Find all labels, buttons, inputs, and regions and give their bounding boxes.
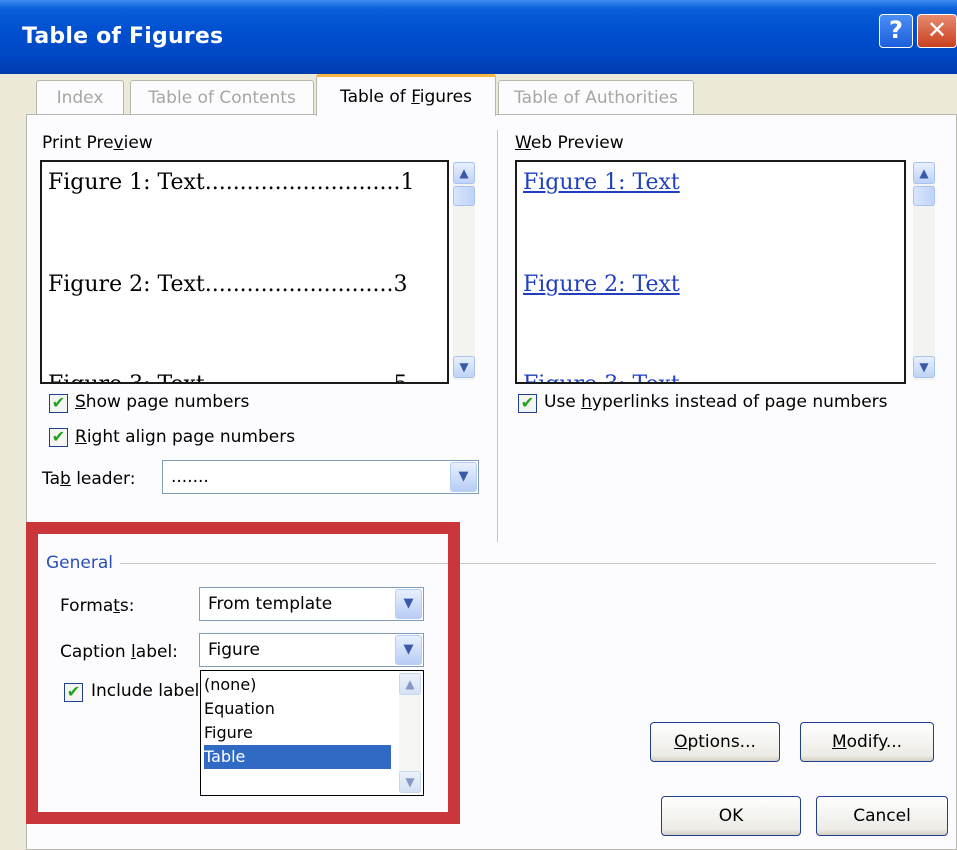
checkmark-icon: ✔ [66,682,81,701]
web-preview-link[interactable]: Figure 3: Text [523,372,680,382]
print-preview-line: Figure 1: Text..........................… [48,170,415,195]
divider [497,130,498,542]
checkmark-icon: ✔ [51,393,66,412]
help-button[interactable]: ? [879,14,913,48]
scroll-down-button[interactable]: ▼ [399,771,421,793]
chevron-up-icon: ▲ [405,677,415,691]
tab-leader-select[interactable]: ....... ▼ [162,460,479,494]
print-preview-scrollbar[interactable]: ▲ ▼ [453,162,475,380]
web-preview-link[interactable]: Figure 2: Text [523,272,680,297]
caption-label-select[interactable]: Figure ▼ [199,633,424,667]
tab-table-of-authorities[interactable]: Table of Authorities [498,80,694,114]
print-preview-label: Print Preview [42,133,153,153]
scroll-down-button[interactable]: ▼ [453,356,475,378]
chevron-down-icon[interactable]: ▼ [395,589,422,619]
general-legend: General [46,553,113,573]
chevron-down-icon[interactable]: ▼ [395,635,422,665]
checkmark-icon: ✔ [520,393,535,412]
caption-label-value: Figure [208,640,260,660]
chevron-up-icon: ▲ [459,166,469,180]
web-preview-box: Figure 1: Text Figure 2: Text Figure 3: … [515,160,906,384]
print-preview-line: Figure 2: Text..........................… [48,272,408,297]
scroll-up-button[interactable]: ▲ [399,673,421,695]
options-button-label: Options... [674,732,756,752]
right-align-checkbox[interactable]: ✔ [49,428,68,447]
scroll-thumb[interactable] [913,186,935,206]
tab-table-of-figures[interactable]: Table of Figures [316,74,496,116]
close-icon: ✕ [926,16,948,44]
chevron-up-icon: ▲ [919,166,929,180]
formats-select[interactable]: From template ▼ [199,587,424,621]
caption-label-dropdown-list[interactable]: (none) Equation Figure Table ▲ ▼ [200,670,424,796]
scroll-down-button[interactable]: ▼ [913,356,935,378]
tab-leader-label: Tab leader: [42,469,136,489]
divider [120,563,936,564]
web-preview-link[interactable]: Figure 1: Text [523,170,680,195]
print-preview-line: Figure 3: Text..........................… [48,372,408,382]
formats-value: From template [208,594,333,614]
dropdown-option-none[interactable]: (none) [204,673,391,697]
tab-leader-value: ....... [171,467,209,487]
window-title: Table of Figures [22,24,224,49]
tab-index[interactable]: Index [36,80,124,114]
dropdown-scrollbar[interactable]: ▲ ▼ [399,673,421,793]
modify-button[interactable]: Modify... [800,722,934,762]
use-hyperlinks-label: Use hyperlinks instead of page numbers [544,392,888,412]
modify-button-label: Modify... [831,732,903,752]
chevron-down-icon: ▼ [405,775,415,789]
options-button[interactable]: Options... [650,722,780,762]
table-of-figures-dialog: Table of Figures ? ✕ Index Table of Cont… [0,0,957,850]
formats-label: Formats: [60,596,135,616]
caption-label-label: Caption label: [60,642,178,662]
checkmark-icon: ✔ [51,427,66,446]
chevron-down-icon: ▼ [459,360,469,374]
cancel-button[interactable]: Cancel [816,796,948,836]
chevron-down-icon[interactable]: ▼ [450,462,477,492]
show-page-numbers-checkbox[interactable]: ✔ [49,394,68,413]
scroll-thumb[interactable] [453,186,475,206]
title-bar[interactable]: Table of Figures ? ✕ [0,0,957,74]
ok-button[interactable]: OK [661,796,801,836]
show-page-numbers-label: Show page numbers [75,392,250,412]
scroll-up-button[interactable]: ▲ [453,162,475,184]
close-button[interactable]: ✕ [917,14,957,48]
dropdown-option-table[interactable]: Table [204,745,391,769]
tab-table-of-contents[interactable]: Table of Contents [130,80,314,114]
use-hyperlinks-checkbox[interactable]: ✔ [518,394,537,413]
print-preview-box: Figure 1: Text..........................… [40,160,449,384]
chevron-down-icon: ▼ [919,360,929,374]
tab-table-of-figures-label: Table of Figures [340,87,472,107]
dropdown-option-figure[interactable]: Figure [204,721,391,745]
scroll-up-button[interactable]: ▲ [913,162,935,184]
web-preview-scrollbar[interactable]: ▲ ▼ [913,162,935,380]
right-align-label: Right align page numbers [75,427,296,447]
dropdown-option-equation[interactable]: Equation [204,697,391,721]
web-preview-label: Web Preview [515,133,624,153]
help-icon: ? [889,16,903,44]
include-label-checkbox[interactable]: ✔ [64,683,83,702]
